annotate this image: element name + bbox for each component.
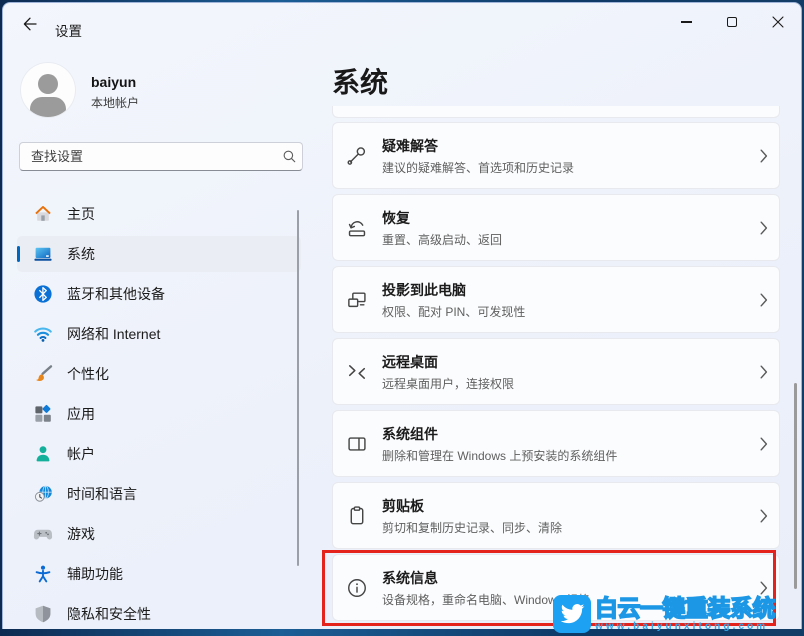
sidebar-item-label: 辅助功能 xyxy=(67,564,123,584)
sidebar-item-label: 蓝牙和其他设备 xyxy=(67,284,165,304)
main-content: 系统 疑难解答 建议的疑难解答、首选项和历史记录 恢复 重置、高级启动、返回 xyxy=(319,45,801,629)
chevron-right-icon xyxy=(760,437,768,451)
sidebar-item-privacy-security[interactable]: 隐私和安全性 xyxy=(17,596,301,629)
search-box[interactable] xyxy=(19,142,303,171)
sidebar-item-system[interactable]: 系统 xyxy=(17,236,301,272)
back-arrow-icon xyxy=(22,16,38,32)
sidebar-item-network-internet[interactable]: 网络和 Internet xyxy=(17,316,301,352)
chevron-right-icon xyxy=(760,509,768,523)
troubleshoot-icon xyxy=(346,145,368,167)
card-title: 剪贴板 xyxy=(382,496,749,516)
window-title: 设置 xyxy=(55,20,82,40)
card-projecting-to-pc[interactable]: 投影到此电脑 权限、配对 PIN、可发现性 xyxy=(332,266,780,333)
about-icon xyxy=(346,577,368,599)
avatar-head xyxy=(38,74,58,94)
sidebar-item-bluetooth-devices[interactable]: 蓝牙和其他设备 xyxy=(17,276,301,312)
sidebar-item-label: 网络和 Internet xyxy=(67,324,160,344)
card-subtitle: 剪切和复制历史记录、同步、清除 xyxy=(382,519,749,536)
sidebar: baiyun 本地帐户 主页 系统 xyxy=(3,45,319,629)
sidebar-item-time-language[interactable]: 时间和语言 xyxy=(17,476,301,512)
sidebar-scrollbar[interactable] xyxy=(297,210,299,566)
remote-desktop-icon xyxy=(346,361,368,383)
chevron-right-icon xyxy=(760,221,768,235)
apps-icon xyxy=(33,404,53,424)
user-name: baiyun xyxy=(91,74,136,90)
back-button[interactable] xyxy=(15,12,45,36)
sidebar-item-label: 隐私和安全性 xyxy=(67,604,151,624)
sidebar-item-label: 系统 xyxy=(67,244,95,264)
card-title: 远程桌面 xyxy=(382,352,749,372)
card-system-components[interactable]: 系统组件 删除和管理在 Windows 上预安装的系统组件 xyxy=(332,410,780,477)
card-title: 系统组件 xyxy=(382,424,749,444)
maximize-button[interactable] xyxy=(709,3,755,41)
card-subtitle: 重置、高级启动、返回 xyxy=(382,231,749,248)
recovery-icon xyxy=(346,217,368,239)
system-components-icon xyxy=(346,433,368,455)
system-icon xyxy=(33,244,53,264)
partial-card[interactable] xyxy=(332,106,780,118)
accounts-icon xyxy=(33,444,53,464)
selection-indicator xyxy=(17,246,20,262)
sidebar-item-accessibility[interactable]: 辅助功能 xyxy=(17,556,301,592)
settings-window: 设置 baiyun 本地帐户 xyxy=(2,2,802,629)
close-icon xyxy=(772,16,784,28)
sidebar-item-apps[interactable]: 应用 xyxy=(17,396,301,432)
avatar-shoulders xyxy=(30,97,66,117)
sidebar-item-home[interactable]: 主页 xyxy=(17,196,301,232)
sidebar-item-personalization[interactable]: 个性化 xyxy=(17,356,301,392)
chevron-right-icon xyxy=(760,293,768,307)
privacy-icon xyxy=(33,604,53,624)
minimize-icon xyxy=(681,21,692,22)
maximize-icon xyxy=(727,17,737,27)
card-remote-desktop[interactable]: 远程桌面 远程桌面用户，连接权限 xyxy=(332,338,780,405)
personalization-icon xyxy=(33,364,53,384)
sidebar-item-label: 应用 xyxy=(67,404,95,424)
main-scrollbar[interactable] xyxy=(794,383,797,589)
desktop-background: 设置 baiyun 本地帐户 xyxy=(0,0,804,636)
home-icon xyxy=(33,204,53,224)
clipboard-icon xyxy=(346,505,368,527)
avatar[interactable] xyxy=(21,63,75,117)
card-clipboard[interactable]: 剪贴板 剪切和复制历史记录、同步、清除 xyxy=(332,482,780,549)
search-icon[interactable] xyxy=(276,149,302,164)
sidebar-item-label: 主页 xyxy=(67,204,95,224)
sidebar-item-label: 时间和语言 xyxy=(67,484,137,504)
chevron-right-icon xyxy=(760,581,768,595)
accessibility-icon xyxy=(33,564,53,584)
card-troubleshoot[interactable]: 疑难解答 建议的疑难解答、首选项和历史记录 xyxy=(332,122,780,189)
card-subtitle: 设备规格，重命名电脑、Windows 规格 xyxy=(382,591,749,608)
sidebar-item-accounts[interactable]: 帐户 xyxy=(17,436,301,472)
search-input[interactable] xyxy=(20,149,276,164)
chevron-right-icon xyxy=(760,365,768,379)
sidebar-item-label: 游戏 xyxy=(67,524,95,544)
titlebar: 设置 xyxy=(3,3,801,45)
projection-icon xyxy=(346,289,368,311)
user-account-type: 本地帐户 xyxy=(91,94,139,111)
chevron-right-icon xyxy=(760,149,768,163)
card-subtitle: 远程桌面用户，连接权限 xyxy=(382,375,749,392)
card-recovery[interactable]: 恢复 重置、高级启动、返回 xyxy=(332,194,780,261)
window-controls xyxy=(663,3,801,41)
card-title: 投影到此电脑 xyxy=(382,280,749,300)
card-about[interactable]: 系统信息 设备规格，重命名电脑、Windows 规格 xyxy=(332,554,780,621)
page-title: 系统 xyxy=(332,61,388,101)
gaming-icon xyxy=(33,524,53,544)
card-title: 疑难解答 xyxy=(382,136,749,156)
sidebar-item-label: 个性化 xyxy=(67,364,109,384)
settings-card-list: 疑难解答 建议的疑难解答、首选项和历史记录 恢复 重置、高级启动、返回 xyxy=(332,106,780,626)
minimize-button[interactable] xyxy=(663,3,709,41)
card-subtitle: 建议的疑难解答、首选项和历史记录 xyxy=(382,159,749,176)
sidebar-nav: 主页 系统 蓝牙和其他设备 网络和 Internet xyxy=(17,196,301,629)
card-subtitle: 删除和管理在 Windows 上预安装的系统组件 xyxy=(382,447,749,464)
card-title: 恢复 xyxy=(382,208,749,228)
card-subtitle: 权限、配对 PIN、可发现性 xyxy=(382,303,749,320)
time-language-icon xyxy=(33,484,53,504)
close-button[interactable] xyxy=(755,3,801,41)
card-title: 系统信息 xyxy=(382,568,749,588)
sidebar-item-label: 帐户 xyxy=(67,444,95,464)
sidebar-item-gaming[interactable]: 游戏 xyxy=(17,516,301,552)
network-icon xyxy=(33,324,53,344)
bluetooth-icon xyxy=(33,284,53,304)
